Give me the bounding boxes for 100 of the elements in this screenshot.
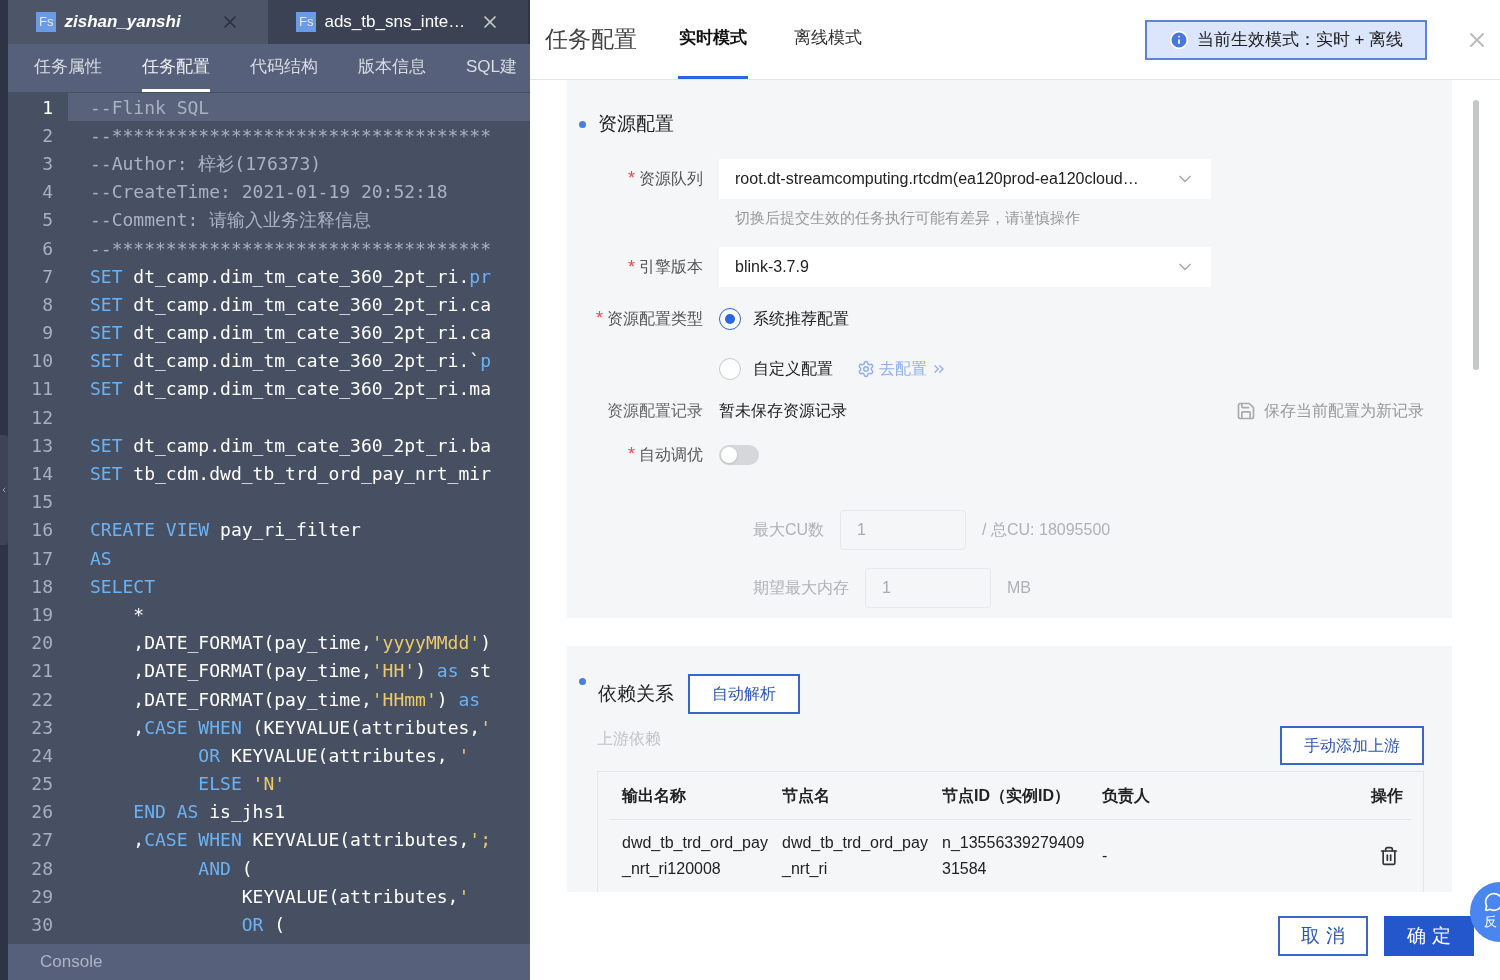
line-number: 4 [41,180,54,205]
code-line: ,CASE WHEN (KEYVALUE(attributes,' [132,715,492,740]
code-line: AS [89,546,113,571]
line-number: 9 [41,321,54,346]
radio-option[interactable]: 自定义配置 [719,357,833,381]
toggle-switch[interactable] [719,444,759,465]
line-number: 21 [30,659,54,684]
line-number: 16 [30,518,54,543]
line-number: 13 [30,433,54,458]
add-upstream-button[interactable]: 手动添加上游 [1280,726,1424,765]
line-number: 27 [30,828,54,853]
select-field[interactable]: root.dt-streamcomputing.rtcdm(ea120prod-ea120cloud… [719,158,1211,199]
auto-parse-button[interactable]: 自动解析 [688,674,800,714]
line-number: 22 [30,687,54,712]
field-hint: 切换后提交生效的任务执行可能有差异，请谨慎操作 [735,207,1081,228]
field-label: 最大CU数 [753,520,825,540]
code-line: ,DATE_FORMAT(pay_time,'HH') as st [132,659,492,684]
feedback-button[interactable]: 反 [1470,882,1500,942]
code-line: ,DATE_FORMAT(pay_time,'yyyyMMdd') [132,631,492,656]
file-tab[interactable]: Fs ads_tb_sns_inte… [268,0,528,44]
required-mark: * [628,167,635,190]
code-line: AND ( [197,856,254,881]
line-number: 19 [30,602,54,627]
line-number: 3 [41,151,54,176]
code-line: SET dt_camp.dim_tm_cate_360_2pt_ri.`p [89,349,492,374]
file-type-badge: Fs [36,12,57,32]
table-cell-text: n_1355633927940931584 [941,833,1086,879]
line-number: 20 [30,631,54,656]
file-tab[interactable]: Fs zishan_yanshi [8,0,268,44]
code-line: KEYVALUE(attributes,' [240,884,471,909]
cancel-button[interactable]: 取 消 [1278,916,1368,956]
field-suffix: MB [1007,578,1031,598]
code-line: ,DATE_FORMAT(pay_time,'HHmm') as [132,687,482,712]
collapse-handle[interactable] [0,435,8,545]
confirm-button[interactable]: 确 定 [1384,916,1474,956]
file-type-badge: Fs [296,12,317,32]
column-header: 节点ID（实例ID） [941,785,1071,806]
line-number: 25 [30,772,54,797]
field-label: 期望最大内存 [753,578,849,598]
code-line: SET dt_camp.dim_tm_cate_360_2pt_ri.ca [89,321,492,346]
line-number: 17 [30,546,54,571]
code-line: SET dt_camp.dim_tm_cate_360_2pt_ri.ca [89,292,492,317]
drawer-title: 任务配置 [545,25,637,55]
code-line: END AS is_jhs1 [132,800,287,825]
section-bullet [579,120,586,128]
required-mark: * [596,307,603,330]
code-line: * [132,602,146,627]
chat-bubble-icon [1484,892,1500,913]
column-header: 负责人 [1101,785,1151,807]
line-number: 1 [41,95,54,120]
line-number: 28 [30,856,54,881]
table-cell-text: dwd_tb_trd_ord_pay_nrt_ri [780,833,929,879]
field-suffix: / 总CU: 18095500 [982,520,1111,540]
line-number: 24 [30,743,54,768]
column-header: 节点名 [781,785,831,806]
column-header: 输出名称 [620,785,687,806]
section-title: 依赖关系 [598,681,674,706]
section-bullet [579,678,586,685]
code-line: --CreateTime: 2021-01-19 20:52:18 [89,180,449,205]
line-number: 7 [41,264,54,289]
sub-tab[interactable]: 代码结构 [250,44,318,92]
required-mark: * [628,443,635,466]
code-line: SET dt_camp.dim_tm_cate_360_2pt_ri.ma [89,377,492,402]
required-mark: * [628,255,635,279]
column-header: 操作 [1371,785,1404,806]
line-number: 26 [30,800,54,825]
code-line: SET tb_cdm.dwd_tb_trd_ord_pay_nrt_mir [89,462,492,487]
sub-tab[interactable]: 版本信息 [358,44,426,92]
select-field[interactable]: blink-3.7.9 [719,247,1211,287]
line-number: 30 [30,913,54,938]
field-label: 引擎版本 [639,257,703,277]
line-number: 15 [30,490,54,515]
code-line: CREATE VIEW pay_ri_filter [89,518,362,543]
line-number: 5 [41,208,54,233]
mode-tab[interactable]: 离线模式 [793,0,863,79]
info-icon [1168,29,1189,50]
sub-tab[interactable]: SQL建 [466,44,518,92]
line-number: 12 [30,405,54,430]
code-line: ,CASE WHEN KEYVALUE(attributes,'; [132,828,492,853]
section-title: 资源配置 [598,112,674,136]
code-line: ELSE 'N' [197,772,287,797]
code-line: --*********************************** [89,123,492,148]
code-line: SET dt_camp.dim_tm_cate_360_2pt_ri.pr [89,264,492,289]
table-cell-text: dwd_tb_trd_ord_pay_nrt_ri120008 [620,833,769,879]
code-line: OR ( [240,913,287,938]
gear-icon [857,360,875,378]
line-number: 23 [30,715,54,740]
mode-notice: 当前生效模式：实时 + 离线 [1145,19,1427,60]
line-number: 11 [30,377,54,402]
sub-tab[interactable]: 任务属性 [34,44,102,92]
line-number: 29 [30,884,54,909]
code-line: SELECT [89,574,157,599]
table-cell-text: - [1101,846,1109,866]
code-line: SET dt_camp.dim_tm_cate_360_2pt_ri.ba [89,433,492,458]
code-line: --Author: 梓衫(176373) [89,151,323,176]
code-line: OR KEYVALUE(attributes, ' [197,743,471,768]
field-label: 自动调优 [639,444,703,465]
delete-icon[interactable] [1379,846,1399,866]
radio-option[interactable]: 系统推荐配置 [719,307,849,331]
scrollbar[interactable] [1473,100,1479,370]
